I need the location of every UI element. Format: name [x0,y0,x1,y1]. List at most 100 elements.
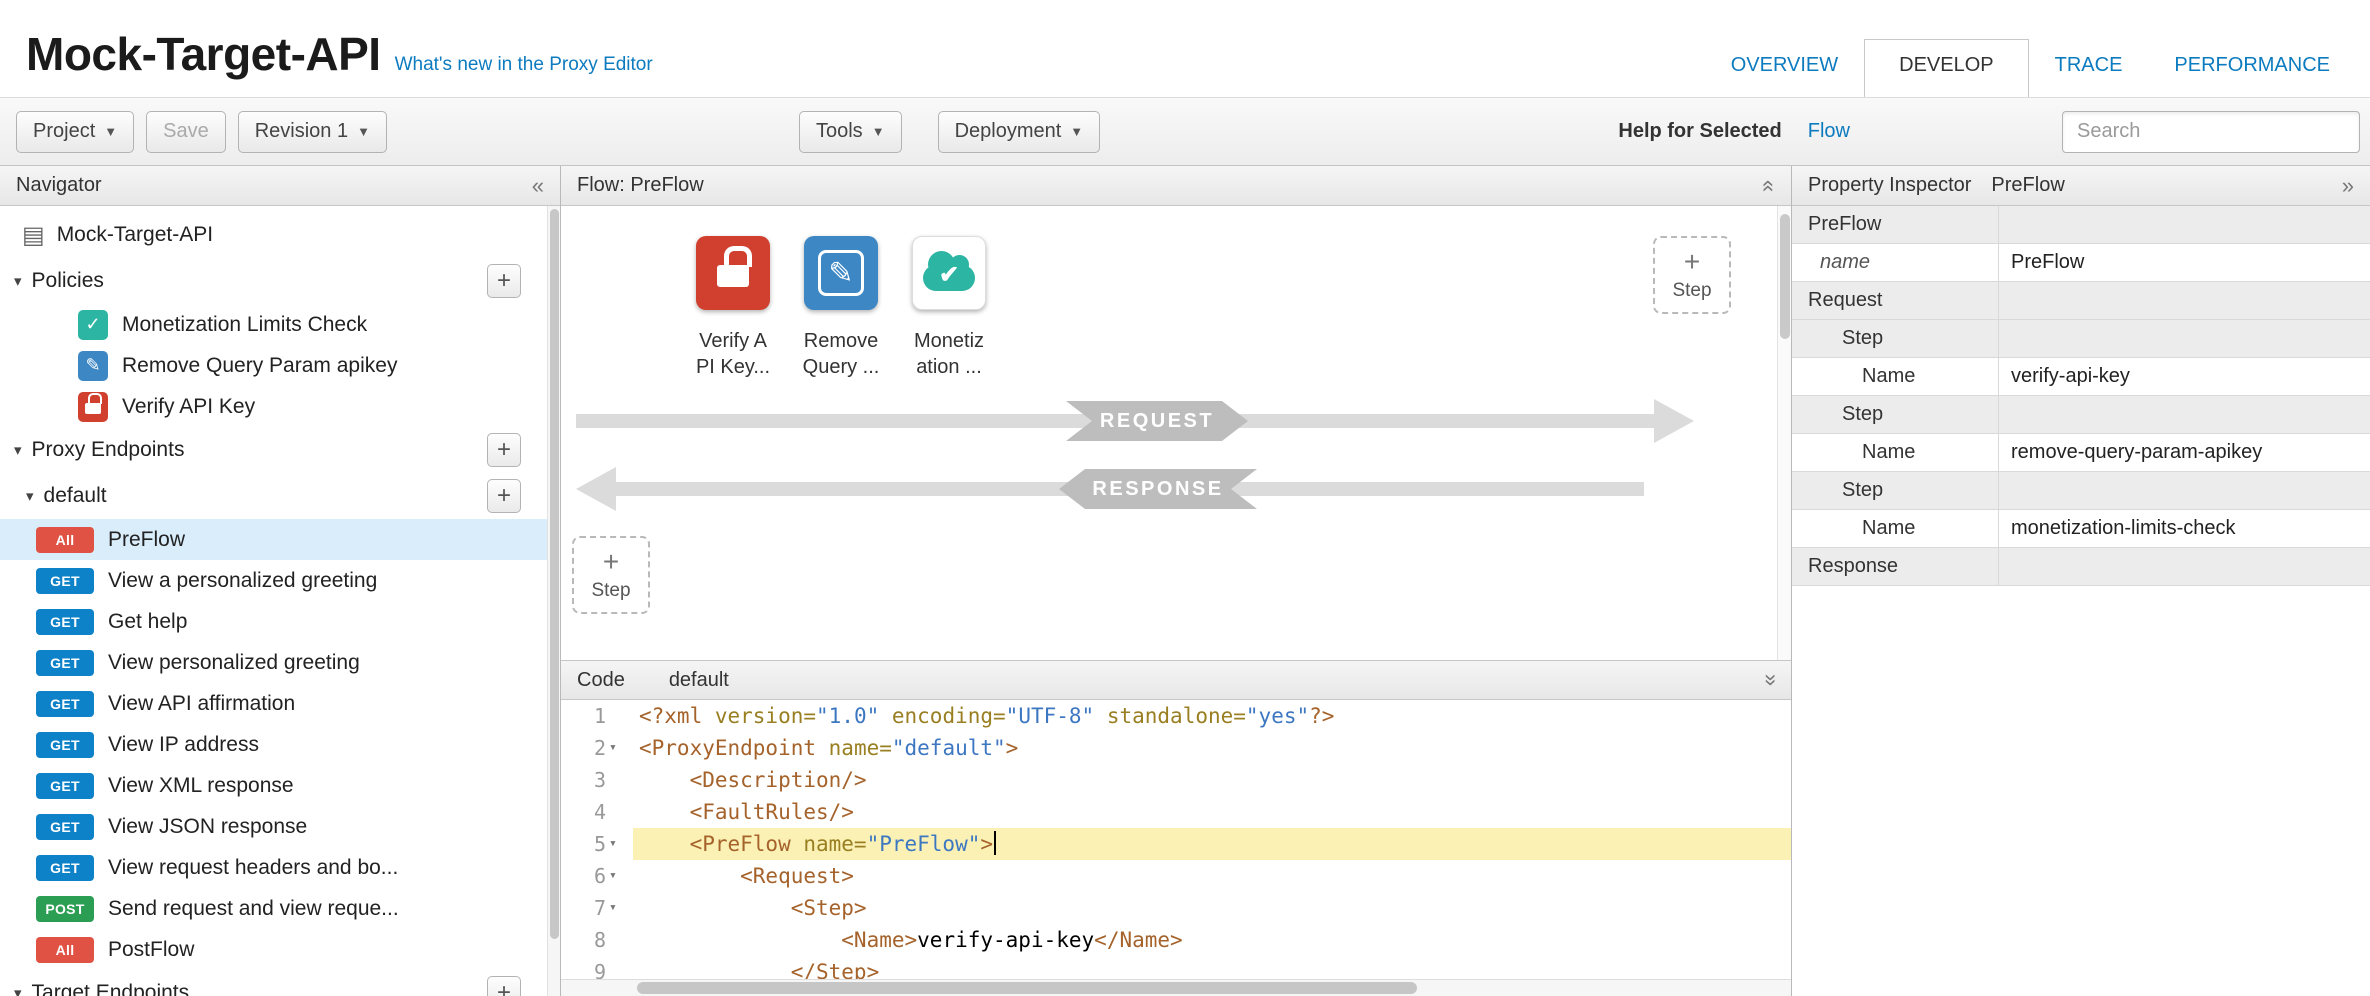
property-value [1999,320,2370,357]
add-default-button[interactable]: + [487,479,521,513]
check-icon: ✔ [939,261,959,290]
nav-section-proxy-endpoints[interactable]: ▾Proxy Endpoints+ [0,427,547,473]
line-gutter: 2▾ [561,732,633,764]
toolbar: Project▼ Save Revision 1▼ Tools▼ Deploym… [0,97,2370,166]
flow-item-send-request-and-view-reque[interactable]: POSTSend request and view reque... [0,888,547,929]
disclosure-triangle-icon: ▾ [26,487,34,505]
code-line-text[interactable]: <ProxyEndpoint name="default"> [633,732,1791,764]
app-header: Mock-Target-API What's new in the Proxy … [0,0,2370,97]
tools-button[interactable]: Tools▼ [799,111,902,153]
tab-trace[interactable]: TRACE [2029,40,2149,97]
flow-item-view-a-personalized-greeting[interactable]: GETView a personalized greeting [0,560,547,601]
inspector-prop-name: Nameverify-api-key [1792,358,2370,396]
add-target-endpoints-button[interactable]: + [487,976,521,996]
flow-item-get-help[interactable]: GETGet help [0,601,547,642]
tab-performance[interactable]: PERFORMANCE [2148,40,2356,97]
policy-remove-query-param-apikey[interactable]: ✎Remove Query Param apikey [0,345,547,386]
revision-button[interactable]: Revision 1▼ [238,111,387,153]
flow-item-view-json-response[interactable]: GETView JSON response [0,806,547,847]
add-step-button-bottom[interactable]: + Step [572,536,650,614]
help-flow-link[interactable]: Flow [1808,120,1850,143]
policy-monetization-limits-check[interactable]: ✓Monetization Limits Check [0,304,547,345]
collapse-flow-icon[interactable]: « [1758,179,1780,191]
flow-item-view-ip-address[interactable]: GETView IP address [0,724,547,765]
flow-item-label: View API affirmation [108,692,295,716]
property-value[interactable]: monetization-limits-check [1999,510,2370,547]
code-horizontal-scrollbar[interactable] [561,979,1791,996]
fold-icon[interactable]: ▾ [609,732,625,764]
code-token-tag: <Request> [639,864,854,888]
navigator-root-item[interactable]: ▤Mock-Target-API [0,212,547,258]
line-gutter: 7▾ [561,892,633,924]
property-label: PreFlow [1792,206,1999,243]
nav-section-policies[interactable]: ▾Policies+ [0,258,547,304]
deployment-button[interactable]: Deployment▼ [938,111,1101,153]
add-policies-button[interactable]: + [487,264,521,298]
code-line-text[interactable]: <FaultRules/> [633,796,1791,828]
whats-new-link[interactable]: What's new in the Proxy Editor [395,54,653,76]
flow-item-view-xml-response[interactable]: GETView XML response [0,765,547,806]
code-editor[interactable]: 1<?xml version="1.0" encoding="UTF-8" st… [561,700,1791,996]
code-line-text[interactable]: <?xml version="1.0" encoding="UTF-8" sta… [633,700,1791,732]
save-button[interactable]: Save [146,111,226,153]
line-number: 2 [594,732,606,764]
property-label: Request [1792,282,1999,319]
nav-section-default[interactable]: ▾default+ [0,473,547,519]
method-badge: GET [36,691,94,717]
code-token-attr: name= [791,832,867,856]
code-line-text[interactable]: <PreFlow name="PreFlow"> [633,828,1791,860]
code-line: 7▾ <Step> [561,892,1791,924]
scrollbar-thumb[interactable] [550,209,559,939]
tab-overview[interactable]: OVERVIEW [1705,40,1864,97]
flow-item-view-personalized-greeting[interactable]: GETView personalized greeting [0,642,547,683]
code-line-text[interactable]: <Step> [633,892,1791,924]
plus-icon: + [603,548,619,576]
method-badge: GET [36,814,94,840]
flow-title: Flow: PreFlow [577,174,704,197]
flow-item-preflow[interactable]: AllPreFlow [0,519,547,560]
nav-section-target-endpoints[interactable]: ▾Target Endpoints+ [0,970,547,996]
flow-item-view-api-affirmation[interactable]: GET View API affirmation [0,683,547,724]
property-value [1999,548,2370,585]
scrollbar-thumb[interactable] [637,982,1417,994]
code-token-attr: standalone= [1094,704,1246,728]
property-value[interactable]: verify-api-key [1999,358,2370,395]
navigator-header: Navigator « [0,166,560,206]
expand-inspector-icon[interactable]: » [2342,175,2354,197]
flow-policy-pencil-icon[interactable]: ✎ [804,236,878,310]
collapse-code-icon[interactable]: « [1758,674,1780,686]
fold-icon[interactable]: ▾ [609,860,625,892]
tools-button-label: Tools [816,120,863,143]
code-token-tag: > [980,832,993,856]
code-line-text[interactable]: <Request> [633,860,1791,892]
flow-policy-cloud-check-icon[interactable]: ✔ [912,236,986,310]
tab-develop[interactable]: DEVELOP [1864,39,2028,97]
fold-icon[interactable]: ▾ [609,828,625,860]
flow-item-label: PostFlow [108,938,194,962]
inspector-prop-name: Nameremove-query-param-apikey [1792,434,2370,472]
navigator-scrollbar[interactable] [547,206,560,996]
policy-verify-api-key[interactable]: Verify API Key [0,386,547,427]
code-token-val: "UTF-8" [1006,704,1095,728]
property-label: Name [1792,510,1999,547]
code-line: 8 <Name>verify-api-key</Name> [561,924,1791,956]
fold-icon[interactable]: ▾ [609,892,625,924]
project-button[interactable]: Project▼ [16,111,134,153]
add-proxy-endpoints-button[interactable]: + [487,433,521,467]
flow-policy-lock-icon[interactable] [696,236,770,310]
collapse-navigator-icon[interactable]: « [532,175,544,197]
code-line-text[interactable]: <Description/> [633,764,1791,796]
flow-scrollbar[interactable] [1777,206,1791,660]
property-value[interactable]: PreFlow [1999,244,2370,281]
flow-item-view-request-headers-and-bo[interactable]: GETView request headers and bo... [0,847,547,888]
flow-item-postflow[interactable]: AllPostFlow [0,929,547,970]
add-step-button-top[interactable]: + Step [1653,236,1731,314]
code-line-text[interactable]: <Name>verify-api-key</Name> [633,924,1791,956]
flow-item-label: View a personalized greeting [108,569,377,593]
search-input[interactable] [2062,111,2360,153]
property-label: Name [1792,434,1999,471]
plus-icon: + [1684,248,1700,276]
scrollbar-thumb[interactable] [1780,214,1790,339]
property-value[interactable]: remove-query-param-apikey [1999,434,2370,471]
property-label: Name [1792,358,1999,395]
